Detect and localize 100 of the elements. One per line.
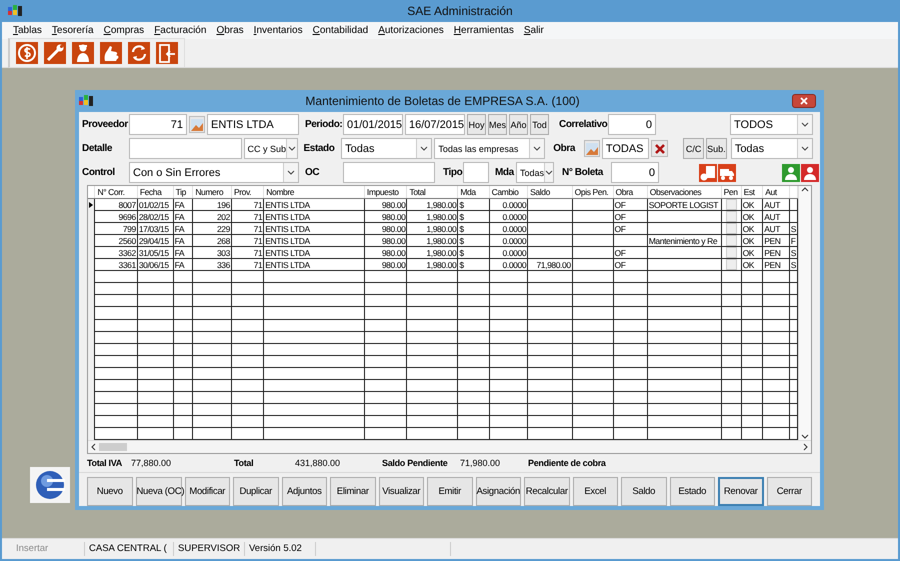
- action-button[interactable]: Recalcular: [524, 477, 570, 506]
- checkbox[interactable]: [726, 259, 737, 270]
- dropdown-field[interactable]: Todas: [730, 138, 814, 159]
- column-header[interactable]: Saldo: [528, 186, 572, 199]
- action-button[interactable]: Modificar: [184, 477, 230, 506]
- hand-icon[interactable]: [100, 42, 122, 64]
- action-button[interactable]: Eliminar: [330, 477, 376, 506]
- table-cell: 71: [254, 260, 262, 270]
- dollar-icon[interactable]: [16, 42, 38, 64]
- supplier-code-field[interactable]: 71: [129, 114, 187, 135]
- vertical-scrollbar[interactable]: [798, 186, 811, 440]
- invoice-icon[interactable]: [699, 164, 717, 182]
- scrollbar-thumb[interactable]: [99, 443, 127, 451]
- action-button[interactable]: Visualizar: [378, 477, 424, 506]
- table-cell: ENTIS LTDA: [265, 200, 310, 210]
- table-cell: $: [459, 212, 464, 222]
- refresh-icon[interactable]: [128, 42, 150, 64]
- column-header[interactable]: Est: [741, 186, 763, 199]
- menu-item[interactable]: Contabilidad: [308, 25, 374, 36]
- close-button[interactable]: [792, 94, 816, 108]
- column-header[interactable]: Fecha: [137, 186, 174, 199]
- menu-item[interactable]: Herramientas: [448, 25, 519, 36]
- dropdown-field[interactable]: Todas: [516, 162, 554, 183]
- chevron-left-icon[interactable]: [90, 443, 96, 451]
- checkbox[interactable]: [726, 247, 737, 258]
- table-cell: FA: [174, 248, 184, 258]
- user-remove-icon[interactable]: [801, 164, 819, 182]
- dropdown-field[interactable]: CC y Sub: [244, 138, 298, 159]
- action-button[interactable]: Duplicar: [233, 477, 278, 506]
- date-field[interactable]: 16/07/2015: [405, 114, 465, 135]
- action-button[interactable]: Emitir: [427, 477, 472, 506]
- truck-icon[interactable]: [718, 164, 736, 182]
- chevron-down-icon[interactable]: [801, 432, 810, 440]
- boleta-field[interactable]: 0: [611, 162, 659, 183]
- column-header[interactable]: Cambio: [489, 186, 528, 199]
- menu-item[interactable]: Tablas: [8, 25, 47, 36]
- action-button[interactable]: Estado: [670, 477, 715, 506]
- checkbox[interactable]: [726, 223, 737, 234]
- column-header[interactable]: N° Corr.: [94, 186, 138, 199]
- action-button[interactable]: Nueva (OC): [136, 477, 182, 506]
- period-button[interactable]: Hoy: [467, 114, 486, 135]
- menu-item[interactable]: Tesorería: [46, 25, 99, 36]
- row-header[interactable]: [88, 198, 95, 211]
- period-button[interactable]: Año: [509, 114, 528, 135]
- lookup-button[interactable]: [189, 116, 205, 133]
- column-header[interactable]: Obra: [613, 186, 648, 199]
- menu-item[interactable]: Inventarios: [248, 25, 308, 36]
- column-header[interactable]: Nombre: [264, 186, 364, 199]
- filter-button[interactable]: C/C: [683, 138, 704, 159]
- exit-icon[interactable]: [156, 42, 178, 64]
- column-header[interactable]: Mda: [458, 186, 490, 199]
- action-button[interactable]: Renovar: [718, 477, 764, 506]
- column-header[interactable]: Aut: [762, 186, 790, 199]
- filter-button[interactable]: Sub.: [706, 138, 727, 159]
- action-button[interactable]: Excel: [572, 477, 618, 506]
- table-cell: ENTIS LTDA: [265, 224, 310, 234]
- period-button[interactable]: Mes: [488, 114, 507, 135]
- chevron-up-icon[interactable]: [801, 186, 810, 194]
- horizontal-scrollbar[interactable]: [88, 440, 811, 453]
- obra-field[interactable]: TODAS: [602, 138, 650, 159]
- column-header[interactable]: Impuesto: [364, 186, 407, 199]
- tipo-field[interactable]: [463, 162, 489, 183]
- detail-field[interactable]: [128, 138, 242, 159]
- period-button[interactable]: Tod: [530, 114, 549, 135]
- dropdown-field[interactable]: Con o Sin Errores: [129, 162, 299, 183]
- table-cell: 980.00: [382, 200, 406, 210]
- supplier-name-field[interactable]: ENTIS LTDA: [207, 114, 299, 135]
- clear-button[interactable]: [651, 140, 668, 157]
- field-label: Obra: [553, 143, 576, 154]
- correlativo-field[interactable]: 0: [608, 114, 656, 135]
- dropdown-field[interactable]: Todas las empresas: [434, 138, 546, 159]
- date-field[interactable]: 01/01/2015: [343, 114, 403, 135]
- column-header[interactable]: Total: [406, 186, 458, 199]
- column-header[interactable]: Opis Pen.: [572, 186, 614, 199]
- menu-item[interactable]: Salir: [518, 25, 549, 36]
- wrench-icon[interactable]: [44, 42, 66, 64]
- column-header[interactable]: Tip: [173, 186, 193, 199]
- checkbox[interactable]: [726, 211, 737, 222]
- dropdown-field[interactable]: Todas: [341, 138, 432, 159]
- menu-item[interactable]: Compras: [98, 25, 150, 36]
- column-header[interactable]: Prov.: [231, 186, 264, 199]
- user-check-icon[interactable]: [782, 164, 800, 182]
- table-cell: 268: [216, 236, 230, 246]
- action-button[interactable]: Saldo: [621, 477, 666, 506]
- chevron-right-icon[interactable]: [803, 443, 809, 451]
- oc-field[interactable]: [343, 162, 435, 183]
- column-header[interactable]: Numero: [192, 186, 232, 199]
- action-button[interactable]: Cerrar: [766, 477, 812, 506]
- action-button[interactable]: Nuevo: [87, 477, 132, 506]
- column-header[interactable]: Observaciones: [647, 186, 722, 199]
- checkbox[interactable]: [726, 235, 737, 246]
- lookup-button[interactable]: [584, 140, 600, 157]
- worker-icon[interactable]: [72, 42, 94, 64]
- checkbox[interactable]: [726, 199, 737, 210]
- menu-item[interactable]: Autorizaciones: [373, 25, 449, 36]
- menu-item[interactable]: Facturación: [149, 25, 212, 36]
- action-button[interactable]: Adjuntos: [282, 477, 327, 506]
- menu-item[interactable]: Obras: [211, 25, 249, 36]
- dropdown-field[interactable]: TODOS: [730, 114, 813, 135]
- action-button[interactable]: Asignación: [476, 477, 521, 506]
